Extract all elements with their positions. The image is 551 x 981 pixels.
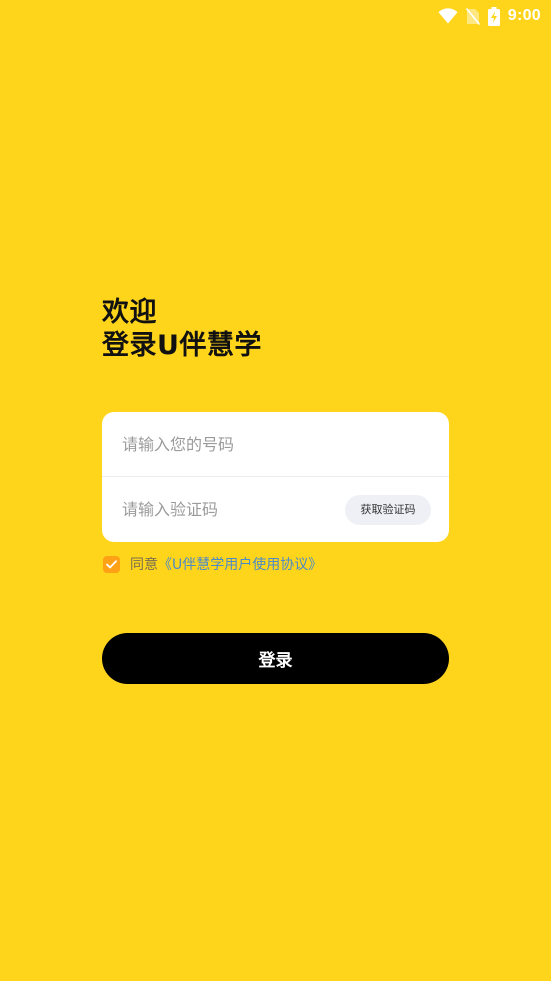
- login-button[interactable]: 登录: [102, 633, 449, 684]
- welcome-line-1: 欢迎: [102, 297, 157, 328]
- status-bar: 9:00: [0, 0, 551, 32]
- verification-code-input[interactable]: [122, 477, 342, 542]
- phone-input[interactable]: [122, 412, 422, 477]
- status-time: 9:00: [507, 7, 541, 24]
- user-agreement-link[interactable]: 《U伴慧学用户使用协议》: [158, 554, 322, 574]
- login-form-card: 获取验证码: [102, 412, 449, 542]
- phone-row: [102, 412, 449, 477]
- agreement-row: 同意 《U伴慧学用户使用协议》: [103, 555, 322, 573]
- wifi-icon: [438, 8, 458, 24]
- no-sim-icon: [465, 7, 480, 25]
- agreement-prefix: 同意: [130, 557, 158, 573]
- welcome-line-2: 登录U伴慧学: [102, 330, 262, 361]
- battery-charging-icon: [487, 6, 500, 26]
- welcome-heading: 欢迎 登录U伴慧学: [102, 296, 462, 362]
- get-code-button[interactable]: 获取验证码: [345, 495, 431, 525]
- status-icons: 9:00: [438, 6, 541, 26]
- check-icon: [106, 559, 117, 568]
- agreement-checkbox[interactable]: [103, 555, 120, 573]
- code-row: 获取验证码: [102, 477, 449, 542]
